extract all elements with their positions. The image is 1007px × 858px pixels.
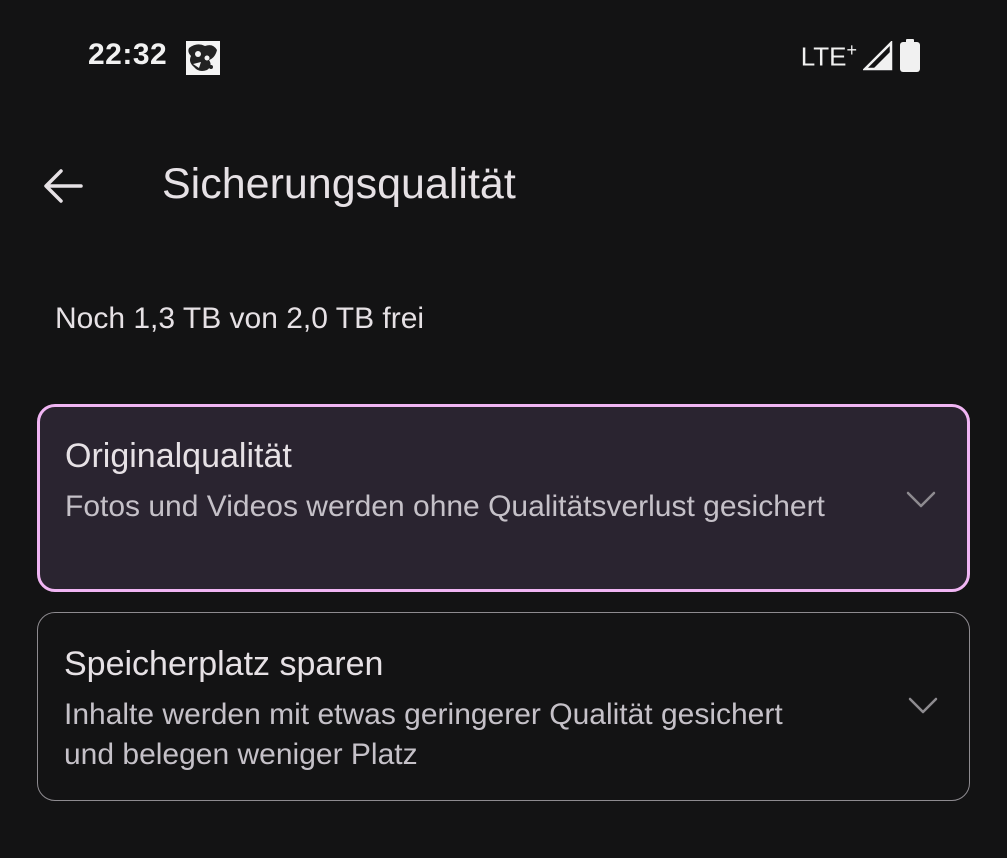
option-description: Fotos und Videos werden ohne Qualitätsve… <box>65 490 825 523</box>
option-description: Inhalte werden mit etwas geringerer Qual… <box>64 698 783 771</box>
option-title: Speicherplatz sparen <box>64 645 384 683</box>
arrow-back-icon <box>44 169 83 203</box>
option-storage-saver[interactable]: Speicherplatz sparen Inhalte werden mit … <box>37 612 970 801</box>
chevron-down-icon[interactable] <box>907 693 939 717</box>
option-original-quality[interactable]: Originalqualität Fotos und Videos werden… <box>37 404 970 592</box>
status-icons: LTE+ <box>800 38 921 78</box>
storage-info: Noch 1,3 TB von 2,0 TB frei <box>55 302 425 335</box>
signal-icon <box>861 39 893 76</box>
battery-icon <box>899 38 921 78</box>
page-title: Sicherungsqualität <box>162 160 516 208</box>
photo-thumbnail-icon <box>185 40 221 76</box>
status-bar: 22:32 LTE+ <box>0 0 1007 115</box>
option-title: Originalqualität <box>65 437 292 475</box>
status-time: 22:32 <box>88 38 168 71</box>
chevron-down-icon[interactable] <box>905 487 937 511</box>
back-button[interactable] <box>36 162 90 210</box>
network-label: LTE+ <box>800 39 857 72</box>
app-bar: Sicherungsqualität <box>0 140 1007 230</box>
